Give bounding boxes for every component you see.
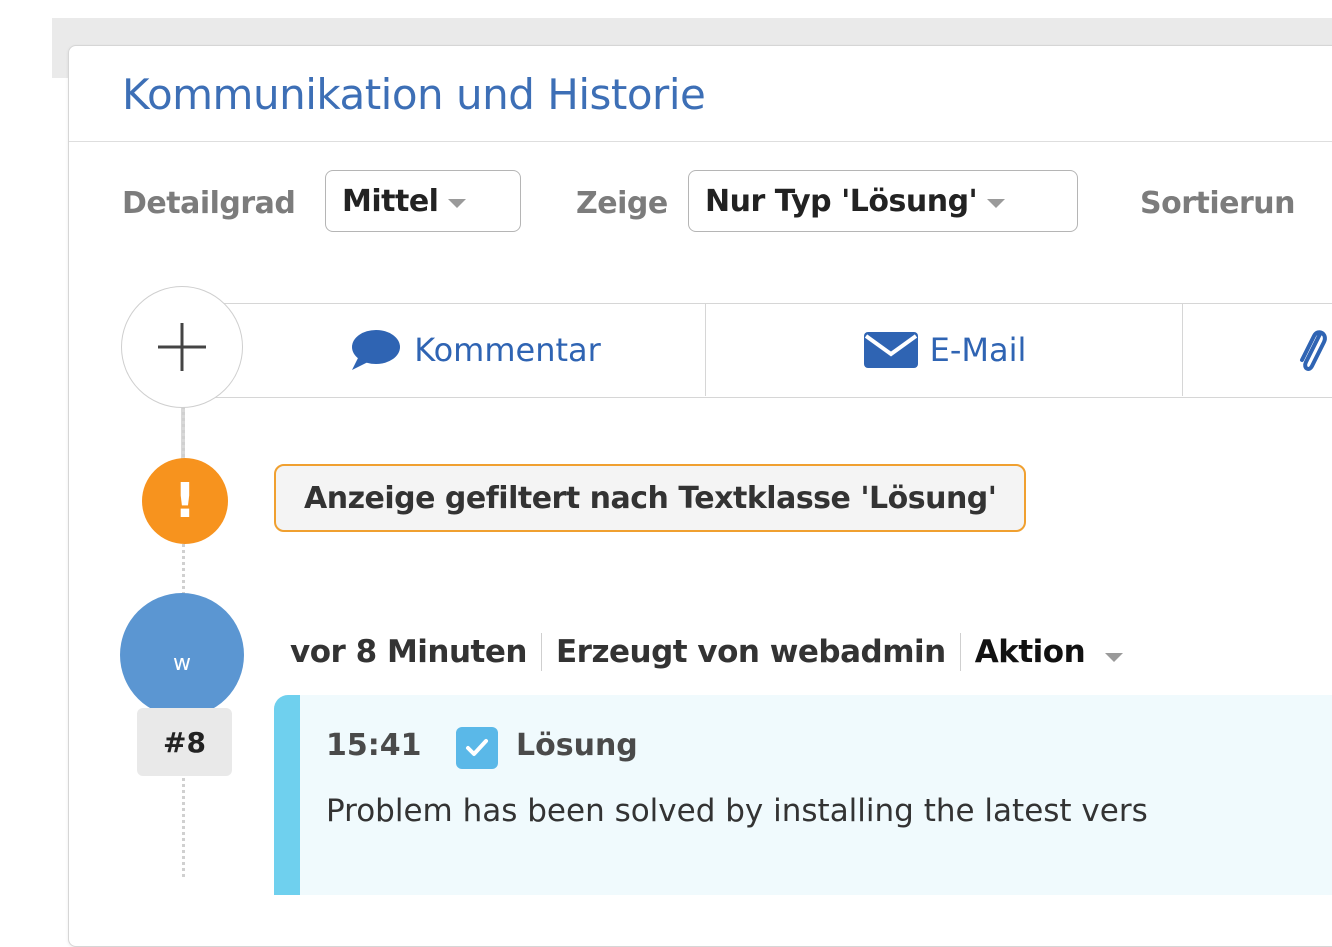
action-menu-label: Aktion bbox=[974, 634, 1086, 670]
show-type-value: Nur Typ 'Lösung' bbox=[705, 183, 978, 219]
add-comment-label: Kommentar bbox=[414, 330, 601, 369]
title-divider bbox=[69, 141, 1332, 142]
entry-number-badge: #8 bbox=[137, 708, 232, 776]
meta-divider bbox=[540, 633, 542, 671]
chevron-down-icon bbox=[448, 198, 467, 208]
envelope-icon bbox=[863, 331, 918, 368]
warning-icon-glyph: ! bbox=[174, 473, 196, 529]
avatar: w bbox=[120, 593, 244, 717]
meta-divider bbox=[959, 633, 961, 671]
entry-created-by: Erzeugt von webadmin bbox=[555, 634, 946, 670]
entry-number: #8 bbox=[163, 725, 206, 759]
filter-notice-text: Anzeige gefiltert nach Textklasse 'Lösun… bbox=[304, 480, 997, 516]
entry-meta-row: vor 8 Minuten Erzeugt von webadmin Aktio… bbox=[290, 632, 1124, 672]
plus-icon bbox=[158, 323, 206, 371]
add-email-button[interactable]: E-Mail bbox=[706, 303, 1182, 396]
detail-level-label: Detailgrad bbox=[122, 186, 296, 221]
detail-level-value: Mittel bbox=[342, 183, 439, 219]
add-entry-button[interactable] bbox=[121, 286, 243, 408]
warning-icon: ! bbox=[142, 458, 228, 544]
speech-bubble-icon bbox=[352, 329, 401, 370]
filter-notice: Anzeige gefiltert nach Textklasse 'Lösun… bbox=[274, 464, 1027, 532]
entry-body-text: Problem has been solved by installing th… bbox=[326, 793, 1148, 829]
sort-label: Sortierun bbox=[1140, 186, 1296, 221]
avatar-initial: w bbox=[173, 650, 191, 676]
entry-relative-time: vor 8 Minuten bbox=[290, 634, 527, 670]
chevron-down-icon bbox=[987, 198, 1006, 208]
add-attachment-button[interactable] bbox=[1183, 303, 1332, 396]
add-email-label: E-Mail bbox=[929, 330, 1027, 369]
entry-time: 15:41 bbox=[326, 728, 422, 763]
panel-title: Kommunikation und Historie bbox=[122, 70, 706, 119]
detail-level-select[interactable]: Mittel bbox=[325, 170, 521, 232]
show-type-select[interactable]: Nur Typ 'Lösung' bbox=[688, 170, 1078, 232]
checkmark-icon bbox=[456, 727, 498, 769]
add-comment-button[interactable]: Kommentar bbox=[244, 303, 705, 396]
chevron-down-icon bbox=[1105, 653, 1124, 662]
show-label: Zeige bbox=[576, 186, 668, 221]
paperclip-icon bbox=[1300, 329, 1327, 371]
action-menu-button[interactable]: Aktion bbox=[975, 634, 1124, 670]
entry-type-label: Lösung bbox=[516, 728, 638, 763]
